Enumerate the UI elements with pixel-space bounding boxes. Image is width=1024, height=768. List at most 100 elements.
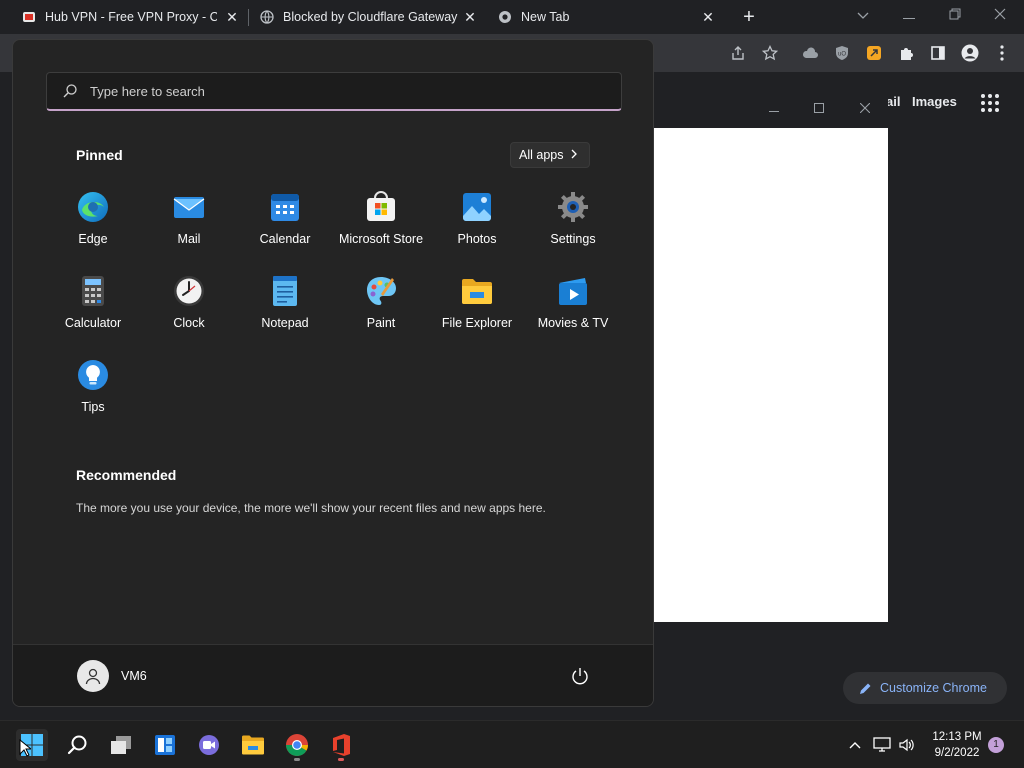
- pinned-app-movies-tv[interactable]: Movies & TV: [525, 274, 621, 344]
- network-icon[interactable]: [872, 735, 892, 755]
- pinned-app-calendar[interactable]: Calendar: [237, 190, 333, 260]
- chrome-menu-icon[interactable]: [992, 43, 1012, 63]
- pinned-app-label: Calculator: [64, 316, 122, 330]
- clock-icon: [174, 276, 204, 306]
- pinned-app-microsoft-store[interactable]: Microsoft Store: [333, 190, 429, 260]
- tab-title: New Tab: [521, 10, 570, 24]
- ublock-shield-icon[interactable]: uO: [832, 43, 852, 63]
- power-icon: [572, 668, 588, 685]
- start-search-box[interactable]: Type here to search: [46, 72, 622, 111]
- running-indicator: [338, 758, 344, 761]
- user-icon: [85, 668, 101, 685]
- mail-icon: [173, 197, 205, 218]
- pinned-app-notepad[interactable]: Notepad: [237, 274, 333, 344]
- all-apps-button[interactable]: All apps: [510, 142, 590, 168]
- extension-orange-icon[interactable]: [864, 43, 884, 63]
- restore-window-icon[interactable]: [943, 5, 967, 25]
- images-link[interactable]: Images: [912, 94, 957, 109]
- popup-close-icon[interactable]: [855, 99, 875, 119]
- pinned-app-label: Notepad: [261, 316, 309, 330]
- lightbulb-icon: [78, 360, 108, 390]
- blank-popup-window: [654, 90, 888, 622]
- tab-title: Hub VPN - Free VPN Proxy - Chr: [45, 10, 217, 24]
- hub-vpn-favicon-icon: [23, 12, 35, 22]
- tab-title: Blocked by Cloudflare Gateway: [283, 10, 458, 24]
- file-explorer-taskbar-button[interactable]: [237, 729, 269, 761]
- pinned-app-label: Paint: [366, 316, 396, 330]
- pinned-app-settings[interactable]: Settings: [525, 190, 621, 260]
- browser-tab-strip: Hub VPN - Free VPN Proxy - Chr ✕ Blocked…: [0, 0, 1024, 34]
- recommended-heading: Recommended: [76, 467, 177, 483]
- pinned-app-tips[interactable]: Tips: [45, 358, 141, 428]
- popup-maximize-icon[interactable]: [809, 99, 829, 119]
- pinned-app-file-explorer[interactable]: File Explorer: [429, 274, 525, 344]
- volume-icon[interactable]: [897, 735, 917, 755]
- pinned-app-label: Mail: [177, 232, 201, 246]
- mouse-cursor-icon: [19, 739, 31, 757]
- office-taskbar-button[interactable]: [325, 729, 357, 761]
- pinned-app-edge[interactable]: Edge: [45, 190, 141, 260]
- show-hidden-icons-chevron-icon[interactable]: [845, 735, 865, 755]
- task-view-button[interactable]: [105, 729, 137, 761]
- close-window-icon[interactable]: [988, 5, 1012, 25]
- calculator-icon: [82, 276, 104, 306]
- notification-badge[interactable]: 1: [988, 737, 1004, 753]
- power-button[interactable]: [570, 666, 590, 686]
- folder-icon: [462, 279, 492, 304]
- close-tab-icon[interactable]: ✕: [700, 9, 716, 25]
- pinned-app-calculator[interactable]: Calculator: [45, 274, 141, 344]
- running-indicator: [294, 758, 300, 761]
- tab-new-tab[interactable]: New Tab ✕: [498, 0, 724, 34]
- widgets-button[interactable]: [149, 729, 181, 761]
- user-name[interactable]: VM6: [121, 669, 147, 683]
- close-tab-icon[interactable]: ✕: [462, 9, 478, 25]
- pinned-app-label: Photos: [457, 232, 497, 246]
- pinned-app-mail[interactable]: Mail: [141, 190, 237, 260]
- tab-search-chevron-icon[interactable]: [851, 5, 875, 25]
- close-tab-icon[interactable]: ✕: [224, 9, 240, 25]
- store-icon: [367, 191, 395, 221]
- search-icon: [63, 84, 77, 98]
- pinned-app-photos[interactable]: Photos: [429, 190, 525, 260]
- recommended-empty-text: The more you use your device, the more w…: [76, 501, 546, 515]
- pinned-app-label: Microsoft Store: [338, 232, 424, 246]
- search-icon: [67, 735, 87, 755]
- clock-date: 9/2/2022: [934, 747, 980, 759]
- teams-chat-button[interactable]: [193, 729, 225, 761]
- pinned-app-label: Tips: [81, 400, 105, 414]
- pinned-app-clock[interactable]: Clock: [141, 274, 237, 344]
- taskbar-search-button[interactable]: [61, 729, 93, 761]
- popup-minimize-icon[interactable]: [764, 99, 784, 119]
- bookmark-star-icon[interactable]: [760, 43, 780, 63]
- side-panel-icon[interactable]: [928, 43, 948, 63]
- start-menu-footer: VM6: [13, 644, 653, 706]
- share-icon[interactable]: [728, 43, 748, 63]
- paint-icon: [367, 277, 396, 305]
- minimize-window-icon[interactable]: [897, 5, 921, 25]
- movies-icon: [559, 278, 587, 305]
- office-icon: [333, 734, 350, 756]
- start-menu: Type here to search Pinned All apps Edge…: [12, 39, 654, 707]
- pinned-app-paint[interactable]: Paint: [333, 274, 429, 344]
- globe-icon: [260, 10, 274, 24]
- pinned-app-label: Movies & TV: [537, 316, 609, 330]
- notepad-icon: [273, 276, 297, 306]
- tab-hub-vpn[interactable]: Hub VPN - Free VPN Proxy - Chr ✕: [22, 0, 248, 34]
- user-avatar[interactable]: [77, 660, 109, 692]
- taskbar: 12:13 PM 9/2/2022 1: [0, 720, 1024, 768]
- tab-divider: [248, 9, 249, 26]
- photos-icon: [463, 193, 491, 221]
- customize-chrome-button[interactable]: Customize Chrome: [843, 672, 1007, 704]
- profile-icon[interactable]: [960, 43, 980, 63]
- chrome-taskbar-button[interactable]: [281, 729, 313, 761]
- new-tab-button[interactable]: +: [739, 7, 759, 27]
- tab-cloudflare[interactable]: Blocked by Cloudflare Gateway ✕: [260, 0, 486, 34]
- chevron-right-icon: [571, 148, 578, 162]
- gmail-link[interactable]: ail: [886, 94, 900, 109]
- google-apps-icon[interactable]: [981, 94, 999, 112]
- extensions-puzzle-icon[interactable]: [896, 43, 916, 63]
- clock-time: 12:13 PM: [932, 731, 982, 743]
- taskbar-clock[interactable]: 12:13 PM 9/2/2022: [928, 729, 986, 761]
- extension-cloud-icon[interactable]: [800, 43, 820, 63]
- pinned-app-label: File Explorer: [441, 316, 513, 330]
